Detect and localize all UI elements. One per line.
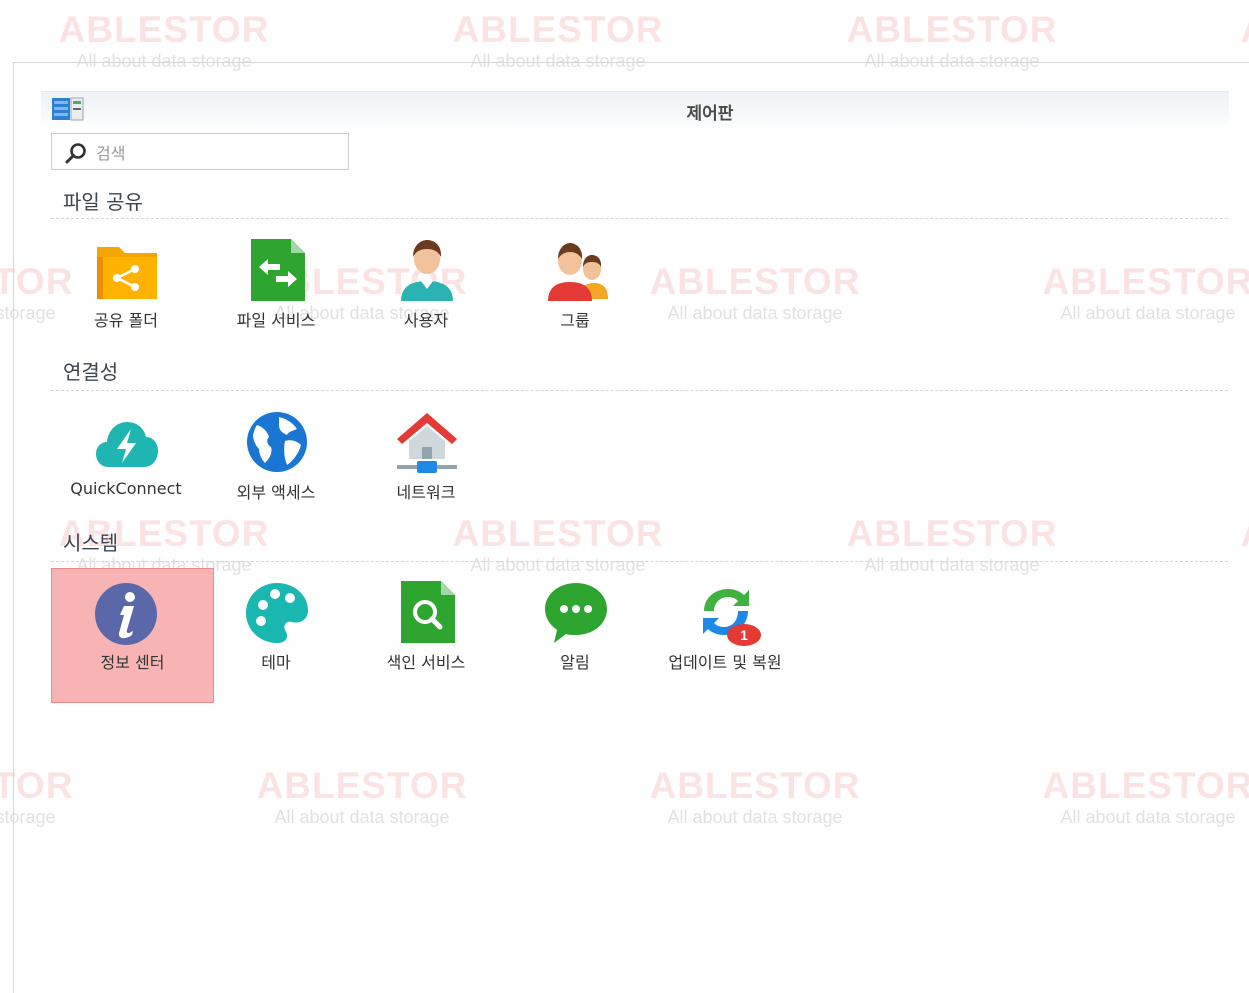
search-input[interactable] (94, 140, 338, 166)
item-label: 공유 폴더 (94, 311, 158, 330)
update-badge: 1 (727, 624, 761, 646)
item-label: 알림 (560, 653, 590, 672)
item-label: 색인 서비스 (386, 653, 466, 672)
item-network[interactable]: 네트워크 (351, 411, 501, 541)
section-title-system: 시스템 (63, 531, 119, 555)
info-icon (95, 583, 157, 645)
item-label: 테마 (261, 653, 291, 672)
item-label: 파일 서비스 (236, 311, 316, 330)
item-shared-folder[interactable]: 공유 폴더 (51, 239, 201, 369)
item-update-restore[interactable]: 1 업데이트 및 복원 (650, 581, 800, 711)
item-theme[interactable]: 테마 (201, 581, 351, 711)
item-external-access[interactable]: 외부 액세스 (201, 411, 351, 541)
globe-icon (247, 412, 307, 472)
item-quickconnect[interactable]: QuickConnect (51, 411, 201, 541)
item-label: 정보 센터 (100, 653, 165, 672)
file-services-icon (251, 239, 305, 301)
item-indexing-service[interactable]: 색인 서비스 (351, 581, 501, 711)
item-label: QuickConnect (70, 479, 182, 498)
window-title: 제어판 (686, 104, 734, 124)
item-group[interactable]: 그룹 (500, 239, 650, 369)
section-divider (51, 561, 1228, 562)
group-icon (548, 243, 608, 301)
section-divider (51, 390, 1228, 391)
section-title-file-sharing: 파일 공유 (63, 190, 143, 214)
item-user[interactable]: 사용자 (351, 239, 501, 369)
item-label: 업데이트 및 복원 (668, 653, 782, 672)
item-label: 사용자 (403, 311, 449, 330)
item-notification[interactable]: 알림 (500, 581, 650, 711)
section-divider (51, 218, 1228, 219)
item-info-center[interactable]: 정보 센터 (51, 568, 214, 703)
search-icon (65, 143, 86, 164)
item-label: 네트워크 (396, 483, 456, 502)
indexing-icon (401, 581, 455, 643)
section-title-connectivity: 연결성 (63, 360, 119, 384)
update-badge-count: 1 (740, 627, 748, 643)
search-box[interactable] (51, 133, 349, 170)
quickconnect-icon (96, 422, 158, 467)
item-label: 외부 액세스 (236, 483, 316, 502)
item-label: 그룹 (560, 311, 590, 330)
shared-folder-icon (97, 247, 157, 299)
user-icon (401, 240, 453, 301)
window-titlebar[interactable]: 제어판 (41, 91, 1229, 128)
palette-icon (246, 583, 308, 643)
notification-icon (545, 583, 607, 643)
network-icon (397, 413, 457, 473)
item-file-services[interactable]: 파일 서비스 (201, 239, 351, 369)
